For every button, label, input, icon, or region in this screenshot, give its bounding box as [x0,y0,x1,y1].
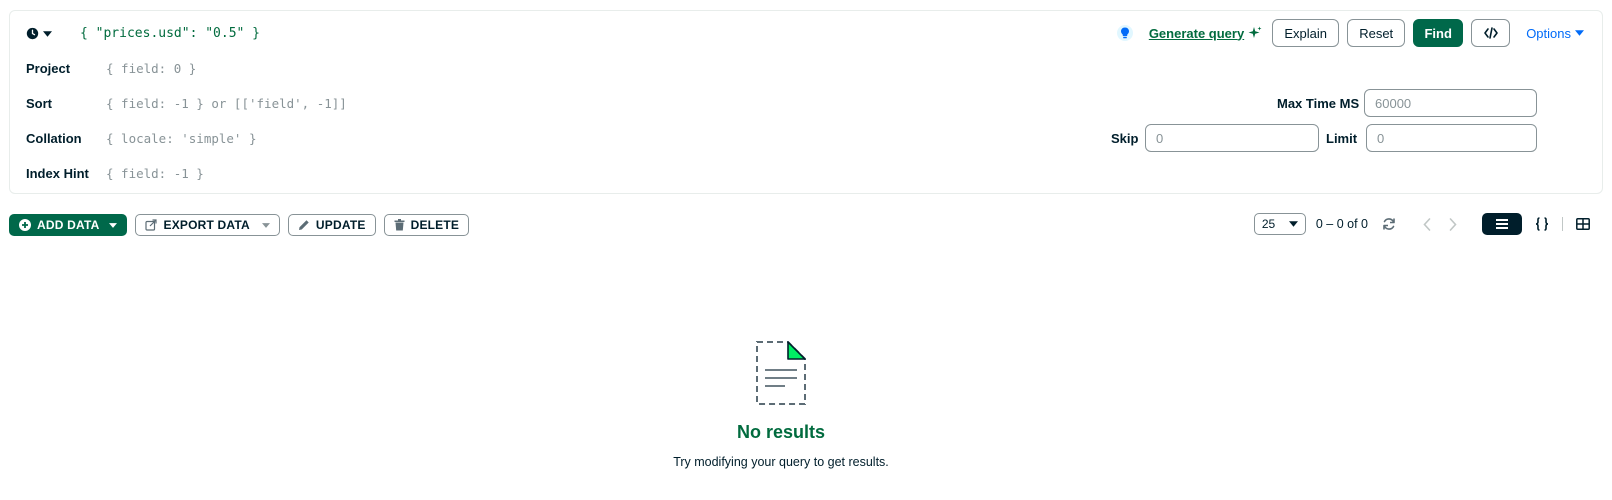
delete-button[interactable]: DELETE [383,214,470,236]
sort-input[interactable]: { field: -1 } or [['field', -1]] [106,96,347,111]
curly-braces-icon [1535,217,1549,231]
reset-button[interactable]: Reset [1347,19,1406,47]
generate-query-link[interactable]: Generate query [1149,26,1262,41]
plus-circle-icon [19,219,31,231]
clock-icon [26,27,39,40]
page-size-select[interactable]: 25 [1253,213,1306,235]
options-label: Options [1526,25,1571,41]
empty-title: No results [736,422,826,442]
refresh-icon [1383,218,1395,230]
caret-down-icon [261,222,270,228]
caret-down-icon [1575,30,1584,36]
limit-input[interactable]: 0 [1366,124,1537,152]
collation-input[interactable]: { locale: 'simple' } [106,131,257,146]
code-icon [1483,27,1498,39]
chevron-right-icon [1449,217,1457,231]
previous-page-button[interactable] [1416,213,1438,235]
generate-query-label: Generate query [1148,25,1245,41]
refresh-button[interactable] [1378,213,1400,235]
limit-label: Limit [1326,131,1358,146]
add-data-button[interactable]: ADD DATA [9,214,128,236]
empty-results: No results Try modifying your query to g… [0,338,1562,469]
json-view-button[interactable] [1522,213,1562,235]
max-time-input[interactable]: 60000 [1364,89,1537,117]
caret-down-icon [109,222,118,228]
query-history-button[interactable] [26,27,52,40]
empty-subtitle: Try modifying your query to get results. [673,455,889,469]
caret-down-icon [43,30,52,37]
explain-button[interactable]: Explain [1272,19,1340,47]
export-data-label: EXPORT DATA [163,218,250,232]
empty-document-icon [756,341,806,405]
skip-label: Skip [1111,131,1139,146]
caret-down-icon [1288,221,1298,227]
chevron-left-icon [1423,217,1431,231]
query-actions: Generate query Explain Reset Find Option… [1116,19,1584,47]
find-button[interactable]: Find [1413,19,1464,47]
update-label: UPDATE [315,218,366,232]
table-icon [1576,218,1590,230]
crud-toolbar: ADD DATA EXPORT DATA UPDATE DELETE [9,214,470,236]
max-time-label: Max Time MS [1277,96,1360,111]
trash-icon [394,219,405,231]
page-size-value: 25 [1261,217,1276,231]
lightbulb-icon [1116,25,1133,41]
index-hint-input[interactable]: { field: -1 } [106,166,204,181]
skip-input[interactable]: 0 [1145,124,1319,152]
list-view-button[interactable] [1482,213,1522,235]
add-data-label: ADD DATA [37,218,100,232]
table-view-button[interactable] [1563,213,1603,235]
collation-label: Collation [26,131,82,146]
sparkle-icon [1248,26,1262,38]
next-page-button[interactable] [1442,213,1464,235]
index-hint-label: Index Hint [26,166,89,181]
delete-label: DELETE [410,218,460,232]
list-icon [1496,219,1508,229]
sort-label: Sort [26,96,52,111]
export-data-button[interactable]: EXPORT DATA [135,214,280,236]
project-label: Project [26,61,71,76]
page-count: 0 – 0 of 0 [1315,217,1368,231]
query-bar: { "prices.usd": "0.5" } Project { field:… [9,10,1603,194]
update-button[interactable]: UPDATE [287,214,376,236]
pencil-icon [298,220,309,230]
options-toggle[interactable]: Options [1526,26,1584,41]
filter-input[interactable]: { "prices.usd": "0.5" } [80,26,260,41]
project-input[interactable]: { field: 0 } [106,61,196,76]
view-switcher [1482,213,1603,235]
export-to-language-button[interactable] [1471,19,1511,47]
pagination-toolbar: 25 0 – 0 of 0 [1253,213,1603,235]
export-icon [145,219,158,231]
